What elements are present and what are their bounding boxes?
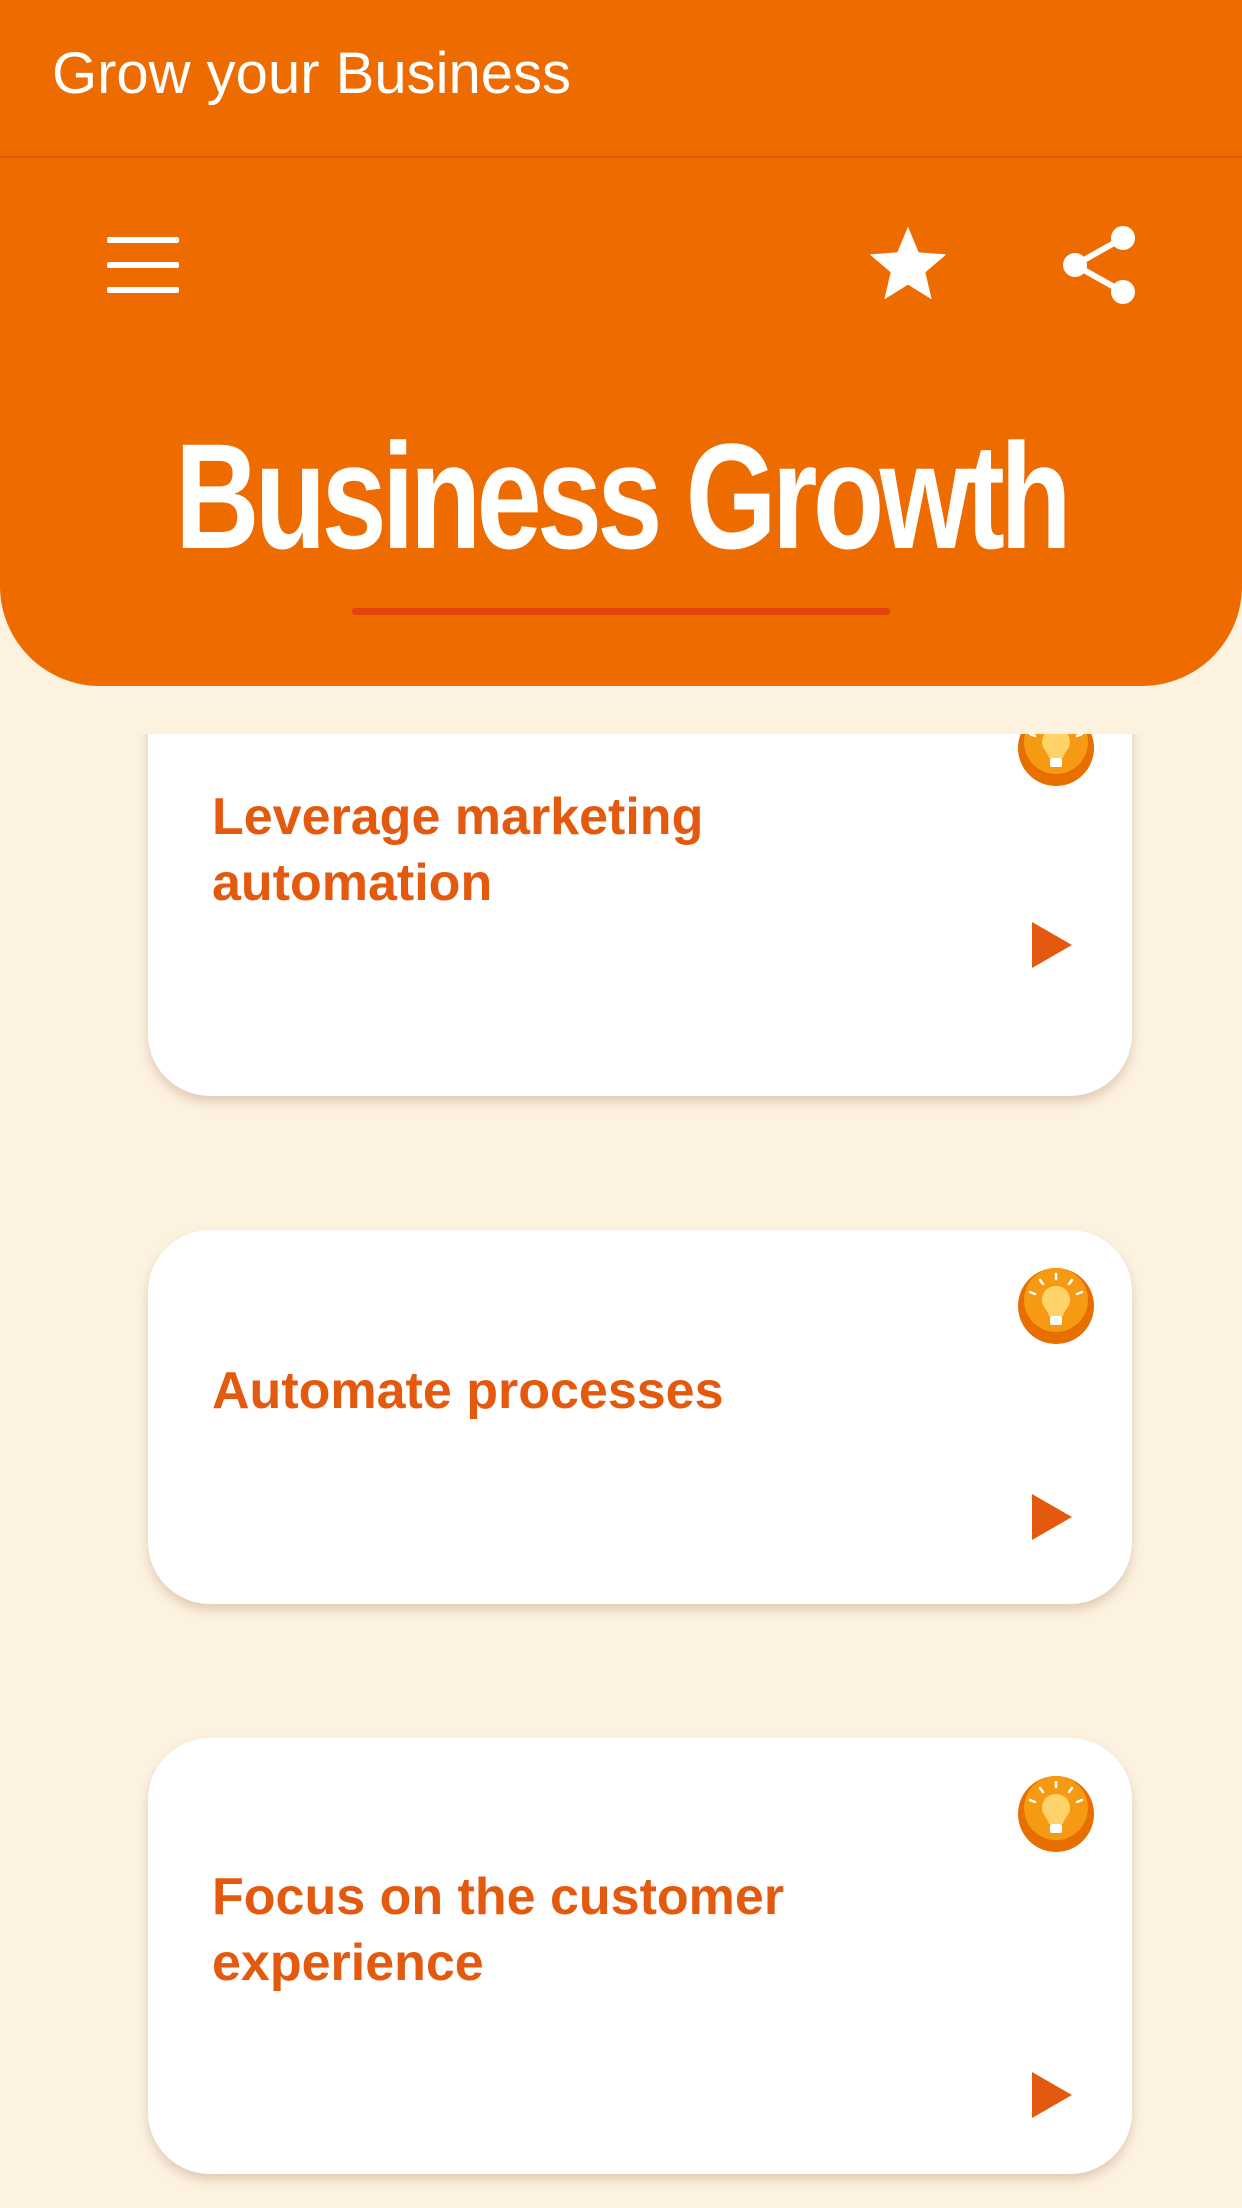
lightbulb-icon (1018, 734, 1094, 786)
share-button[interactable] (1044, 210, 1154, 320)
favorite-button[interactable] (853, 210, 963, 320)
card-title: Leverage marketing automation (212, 788, 704, 912)
menu-button[interactable] (88, 210, 198, 320)
header-banner: Business Growth (0, 158, 1242, 686)
card-title: Automate processes (212, 1362, 724, 1420)
lightbulb-icon (1018, 1776, 1094, 1852)
card-title: Focus on the customer experience (212, 1868, 785, 1992)
play-icon[interactable] (1032, 922, 1072, 968)
star-icon (869, 226, 947, 300)
list-item[interactable]: Automate processes (148, 1230, 1132, 1604)
share-icon (1063, 226, 1135, 304)
lightbulb-icon (1018, 1268, 1094, 1344)
page-title: Business Growth (175, 412, 1072, 580)
list-item[interactable]: Focus on the customer experience (148, 1738, 1132, 2174)
card-list[interactable]: Leverage marketing automation Automate p… (0, 734, 1242, 2208)
list-item[interactable]: Leverage marketing automation (148, 734, 1132, 1096)
title-underline (352, 608, 890, 615)
app-title: Grow your Business (52, 41, 571, 106)
play-icon[interactable] (1032, 2072, 1072, 2118)
hamburger-menu-icon (107, 237, 179, 293)
play-icon[interactable] (1032, 1494, 1072, 1540)
app-bar: Grow your Business (0, 0, 1242, 158)
